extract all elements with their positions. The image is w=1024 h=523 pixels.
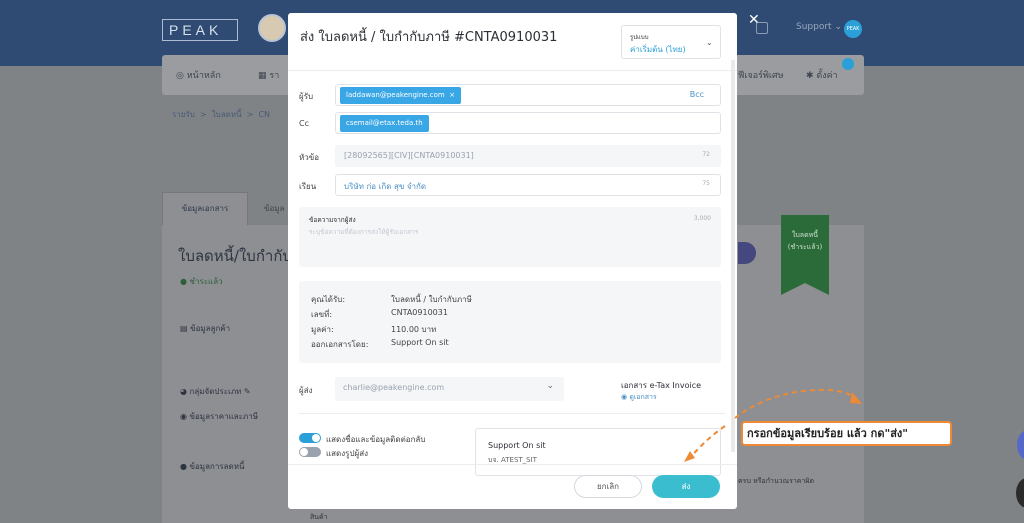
ribbon-line2: (ชำระแล้ว) <box>787 243 823 251</box>
summary-value: 110.00 บาท <box>391 325 437 334</box>
recipient-chip[interactable]: laddawan@peakengine.com × <box>340 87 462 104</box>
to-label: ผู้รับ <box>299 92 314 101</box>
dear-value: บริษัท ก่อ เกิด สุข จำกัด <box>344 182 427 191</box>
subject-label: หัวข้อ <box>299 153 320 162</box>
gear-icon: ✱ <box>806 71 814 81</box>
nav-settings[interactable]: ✱ ตั้งค่า <box>806 68 838 82</box>
message-textarea[interactable]: ข้อความจากผู้ส่ง ระบุข้อความที่ต้องการส่… <box>299 207 721 267</box>
dear-field[interactable]: บริษัท ก่อ เกิด สุข จำกัด 75 <box>335 174 721 196</box>
modal-title: ส่ง ใบลดหนี้ / ใบกำกับภาษี #CNTA0910031 <box>300 30 558 45</box>
format-value: ค่าเริ่มต้น (ไทย) <box>630 45 686 54</box>
nav-home[interactable]: ◎ หน้าหลัก <box>176 68 221 82</box>
toggle-show-contact[interactable] <box>299 433 321 443</box>
subject-char-count: 72 <box>702 151 710 158</box>
etax-view-label: ดูเอกสาร <box>629 393 657 401</box>
cc-chip[interactable]: csemail@etax.teda.th <box>340 115 429 132</box>
chevron-down-icon: ⌄ <box>834 22 842 32</box>
summary-value: ใบลดหนี้ / ใบกำกับภาษี <box>391 295 472 304</box>
sender-select[interactable]: charlie@peakengine.com ⌄ <box>335 377 564 401</box>
cc-field[interactable]: csemail@etax.teda.th <box>335 112 721 134</box>
sender-label: ผู้ส่ง <box>299 386 313 395</box>
nav-settings-label: ตั้งค่า <box>816 71 838 81</box>
chevron-down-icon: ⌄ <box>706 38 713 47</box>
section-label: กลุ่มจัดประเภท <box>189 387 242 396</box>
grid-icon: ▦ <box>258 71 267 81</box>
breadcrumb-item[interactable]: CN <box>258 110 270 119</box>
tab-other-info[interactable]: ข้อมูล <box>250 194 290 226</box>
instruction-callout: กรอกข้อมูลเรียบร้อย แล้ว กด"ส่ง" <box>741 421 952 446</box>
sender-value: charlie@peakengine.com <box>343 383 445 392</box>
summary-key: ออกเอกสารโดย: <box>311 340 369 349</box>
message-label: ข้อความจากผู้ส่ง <box>309 216 356 224</box>
breadcrumb-item[interactable]: ใบลดหนี้ <box>212 110 242 119</box>
summary-key: เลขที่: <box>311 310 333 319</box>
divider <box>299 413 725 414</box>
background-note: ครบ หรือกำนวณราคาผิด <box>738 477 815 485</box>
summary-value: CNTA0910031 <box>391 308 448 317</box>
message-placeholder: ระบุข้อความที่ต้องการส่งให้ผู้รับเอกสาร <box>309 228 419 236</box>
nav-report-label: รา <box>269 71 280 81</box>
nav-special[interactable]: ฟีเจอร์พิเศษ <box>738 68 784 82</box>
cancel-button[interactable]: ยกเลิก <box>574 475 642 498</box>
home-icon: ◎ <box>176 71 184 81</box>
etax-view-link[interactable]: ◉ ดูเอกสาร <box>621 392 657 403</box>
to-field[interactable]: laddawan@peakengine.com × Bcc <box>335 84 721 106</box>
modal-header: ส่ง ใบลดหนี้ / ใบกำกับภาษี #CNTA0910031 … <box>288 13 737 71</box>
ribbon-line1: ใบลดหนี้ <box>791 231 819 239</box>
user-menu[interactable]: Support ⌄ <box>796 22 842 32</box>
help-bubble[interactable] <box>1017 430 1024 460</box>
subject-field[interactable]: [28092565][CIV][CNTA0910031] 72 <box>335 145 721 167</box>
format-label: รูปแบบ <box>630 34 649 41</box>
section-price: ◉ ข้อมูลราคาและภาษี <box>180 412 259 421</box>
chevron-down-icon: ⌄ <box>546 381 554 391</box>
section-label: ข้อมูลราคาและภาษี <box>189 412 259 421</box>
nav-report[interactable]: ▦ รา <box>258 68 279 82</box>
breadcrumb-sep: > <box>246 110 254 119</box>
section-label: ข้อมูลการลดหนี้ <box>189 462 245 471</box>
send-button[interactable]: ส่ง <box>652 475 720 498</box>
avatar[interactable] <box>258 14 286 42</box>
toggle-show-photo[interactable] <box>299 447 321 457</box>
summary-key: คุณได้รับ: <box>311 295 346 304</box>
send-document-modal: ส่ง ใบลดหนี้ / ใบกำกับภาษี #CNTA0910031 … <box>288 13 737 509</box>
toggle-knob <box>312 434 320 442</box>
summary-value: Support On sit <box>391 338 449 347</box>
document-summary: คุณได้รับ: ใบลดหนี้ / ใบกำกับภาษี เลขที่… <box>299 281 721 363</box>
status-ribbon: ใบลดหนี้ (ชำระแล้ว) <box>781 215 829 295</box>
message-char-count: 3,000 <box>693 215 711 222</box>
chat-bubble[interactable] <box>1016 478 1024 508</box>
summary-key: มูลค่า: <box>311 325 334 334</box>
breadcrumb-item[interactable]: รายรับ <box>172 110 195 119</box>
dear-label: เรียน <box>299 182 317 191</box>
tab-doc-info[interactable]: ข้อมูลเอกสาร <box>162 192 248 226</box>
toggle-show-photo-label: แสดงรูปผู้ส่ง <box>326 449 368 458</box>
breadcrumb-sep: > <box>199 110 207 119</box>
recipient-email: laddawan@peakengine.com <box>346 91 445 99</box>
company-badge[interactable]: PEAK <box>844 20 862 38</box>
background-footer-text: สินค้า <box>310 513 328 521</box>
toggle-show-contact-label: แสดงชื่อและข้อมูลติดต่อกลับ <box>326 435 426 444</box>
sender-name: Support On sit <box>488 441 546 450</box>
section-group: ◕ กลุ่มจัดประเภท ✎ <box>180 387 251 396</box>
subject-value: [28092565][CIV][CNTA0910031] <box>344 151 474 160</box>
toggle-knob <box>300 448 308 456</box>
section-customer: ▤ ข้อมูลลูกค้า <box>180 324 231 333</box>
eye-icon: ◉ <box>621 393 628 401</box>
status-label: ชำระแล้ว <box>189 277 223 286</box>
section-label: ข้อมูลลูกค้า <box>190 324 231 333</box>
nav-home-label: หน้าหลัก <box>186 71 221 81</box>
bcc-link[interactable]: Bcc <box>690 90 704 99</box>
peak-logo[interactable]: PEAK <box>162 19 238 41</box>
dear-char-count: 75 <box>702 180 710 187</box>
breadcrumb: รายรับ > ใบลดหนี้ > CN <box>172 108 270 121</box>
remove-chip-icon[interactable]: × <box>449 91 455 99</box>
nav-badge <box>842 58 854 70</box>
cc-label: Cc <box>299 119 309 128</box>
footer-divider <box>288 464 737 465</box>
user-menu-label: Support <box>796 22 832 32</box>
format-select[interactable]: รูปแบบ ค่าเริ่มต้น (ไทย) ⌄ <box>621 25 721 59</box>
section-reduce: ● ข้อมูลการลดหนี้ <box>180 462 245 471</box>
close-icon[interactable]: ✕ <box>748 12 760 28</box>
status-badge: ● ชำระแล้ว <box>180 277 223 286</box>
